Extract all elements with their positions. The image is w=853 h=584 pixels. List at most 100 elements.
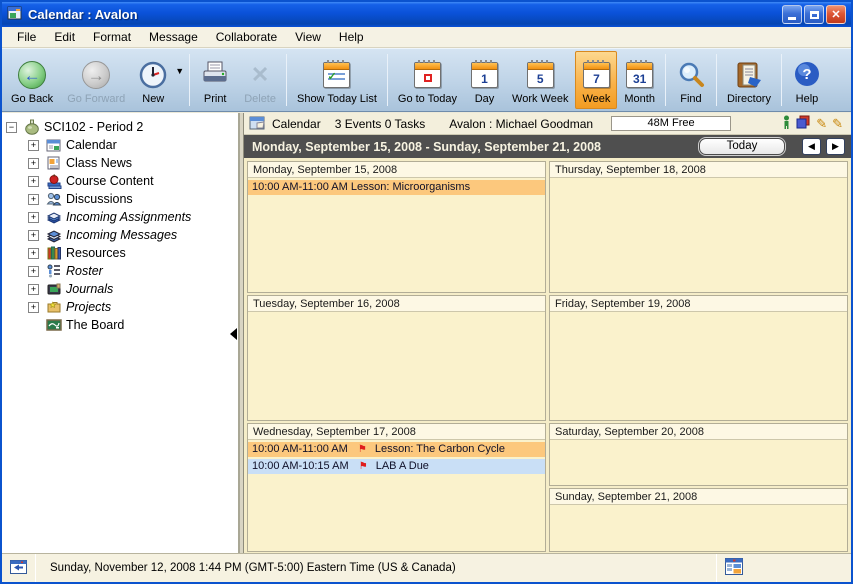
sidebar-item-roster[interactable]: + Roster [2, 262, 238, 280]
new-dropdown-caret[interactable]: ▼ [175, 66, 184, 76]
chalkboard-icon [45, 317, 62, 333]
back-icon: ← [18, 61, 46, 89]
show-today-list-button[interactable]: ✓ Show Today List [290, 51, 384, 109]
toolbar-separator [387, 54, 388, 106]
expand-box[interactable]: + [28, 266, 39, 277]
flag-icon: ⚑ [358, 444, 367, 455]
toolbar-separator [189, 54, 190, 106]
today-list-calendar-icon: ✓ [323, 62, 350, 88]
bookshelf-icon [45, 245, 62, 261]
work-week-view-button[interactable]: 5 Work Week [505, 51, 575, 109]
calendar-icon [45, 137, 62, 153]
tree-root-sci102[interactable]: − SCI102 - Period 2 [2, 118, 238, 136]
day-header: Wednesday, September 17, 2008 [248, 424, 545, 440]
new-button[interactable]: New [132, 51, 174, 109]
menu-collaborate[interactable]: Collaborate [207, 27, 286, 47]
day-cell-friday[interactable]: Friday, September 19, 2008 [549, 295, 848, 421]
sidebar-item-course-content[interactable]: + Course Content [2, 172, 238, 190]
expand-box[interactable]: + [28, 284, 39, 295]
sidebar-item-projects[interactable]: + Projects [2, 298, 238, 316]
day-calendar-icon: 1 [471, 62, 498, 88]
sidebar-item-the-board[interactable]: The Board [2, 316, 238, 334]
find-button[interactable]: Find [669, 51, 713, 109]
menu-bar: File Edit Format Message Collaborate Vie… [2, 27, 851, 48]
expand-box[interactable]: + [28, 230, 39, 241]
flag-icon: ⚑ [359, 461, 368, 472]
event-lesson-microorganisms[interactable]: 10:00 AM-11:00 AM Lesson: Microorganisms [248, 180, 545, 195]
day-cell-saturday[interactable]: Saturday, September 20, 2008 [549, 423, 848, 486]
menu-view[interactable]: View [286, 27, 330, 47]
print-button[interactable]: Print [193, 51, 237, 109]
month-view-button[interactable]: 31 Month [617, 51, 662, 109]
expand-box[interactable]: + [28, 194, 39, 205]
delete-button[interactable]: ✕ Delete [237, 51, 283, 109]
book-icon [45, 209, 62, 225]
sidebar-tree-pane: − SCI102 - Period 2 + Calendar + [2, 113, 238, 553]
day-cell-sunday[interactable]: Sunday, September 21, 2008 [549, 488, 848, 552]
toolbar-separator [286, 54, 287, 106]
sidebar-item-incoming-assignments[interactable]: + Incoming Assignments [2, 208, 238, 226]
pane-title: Calendar [272, 117, 321, 131]
previous-week-button[interactable]: ◀ [802, 138, 821, 155]
go-back-button[interactable]: ← Go Back [4, 51, 60, 109]
directory-book-icon [734, 57, 764, 93]
magnifier-icon [676, 57, 706, 93]
menu-message[interactable]: Message [140, 27, 207, 47]
week-view-button[interactable]: 7 Week [575, 51, 617, 109]
expand-box[interactable]: + [28, 248, 39, 259]
collapse-pane-arrow[interactable] [230, 328, 237, 340]
app-window: Calendar : Avalon ✕ File Edit Format Mes… [0, 0, 853, 584]
sidebar-item-incoming-messages[interactable]: + Incoming Messages [2, 226, 238, 244]
menu-help[interactable]: Help [330, 27, 373, 47]
sidebar-item-journals[interactable]: + Journals [2, 280, 238, 298]
go-to-today-button[interactable]: Go to Today [391, 51, 464, 109]
day-cell-thursday[interactable]: Thursday, September 18, 2008 [549, 161, 848, 293]
close-button[interactable]: ✕ [826, 5, 846, 24]
expand-box[interactable]: + [28, 140, 39, 151]
expand-box[interactable]: + [28, 176, 39, 187]
minimize-button[interactable] [782, 5, 802, 24]
expand-box[interactable]: + [28, 212, 39, 223]
sidebar-item-resources[interactable]: + Resources [2, 244, 238, 262]
edit-pencil-icon: ✎ [816, 116, 827, 132]
calendar-pane: Calendar 3 Events 0 Tasks Avalon : Micha… [244, 113, 851, 553]
flask-icon [23, 119, 40, 135]
event-lab-a-due[interactable]: 10:00 AM-10:15 AM ⚑ LAB A Due [248, 459, 545, 474]
today-button[interactable]: Today [699, 138, 785, 155]
app-icon [7, 5, 23, 25]
layout-panels-icon[interactable] [725, 558, 743, 578]
expand-box[interactable]: + [28, 158, 39, 169]
permissions-pencil-key-icon: ✎ [832, 116, 843, 132]
roster-list-icon [45, 263, 62, 279]
collapse-box[interactable]: − [6, 122, 17, 133]
projects-folder-icon [45, 299, 62, 315]
menu-format[interactable]: Format [84, 27, 140, 47]
news-icon [45, 155, 62, 171]
sidebar-item-calendar[interactable]: + Calendar [2, 136, 238, 154]
tree-root-label: SCI102 - Period 2 [44, 120, 143, 134]
menu-edit[interactable]: Edit [45, 27, 84, 47]
toolbar-separator [781, 54, 782, 106]
expand-box[interactable]: + [28, 302, 39, 313]
sidebar-item-class-news[interactable]: + Class News [2, 154, 238, 172]
help-question-icon: ? [792, 57, 822, 93]
next-week-button[interactable]: ▶ [826, 138, 845, 155]
menu-file[interactable]: File [8, 27, 45, 47]
day-cell-monday[interactable]: Monday, September 15, 2008 10:00 AM-11:0… [247, 161, 546, 293]
shared-items-icon [796, 115, 811, 132]
delete-x-icon: ✕ [251, 64, 269, 86]
day-view-button[interactable]: 1 Day [464, 51, 505, 109]
day-cell-wednesday[interactable]: Wednesday, September 17, 2008 10:00 AM-1… [247, 423, 546, 552]
event-lesson-carbon-cycle[interactable]: 10:00 AM-11:00 AM ⚑ Lesson: The Carbon C… [248, 442, 545, 457]
help-button[interactable]: ? Help [785, 51, 829, 109]
go-forward-button[interactable]: → Go Forward [60, 51, 132, 109]
toggle-pane-icon[interactable] [10, 560, 27, 577]
statusbar-datetime: Sunday, November 12, 2008 1:44 PM (GMT-5… [36, 562, 716, 574]
sidebar-item-discussions[interactable]: + Discussions [2, 190, 238, 208]
directory-button[interactable]: Directory [720, 51, 778, 109]
maximize-button[interactable] [804, 5, 824, 24]
day-header: Saturday, September 20, 2008 [550, 424, 847, 440]
window-title: Calendar : Avalon [28, 7, 780, 22]
people-icon [45, 191, 62, 207]
day-cell-tuesday[interactable]: Tuesday, September 16, 2008 [247, 295, 546, 421]
